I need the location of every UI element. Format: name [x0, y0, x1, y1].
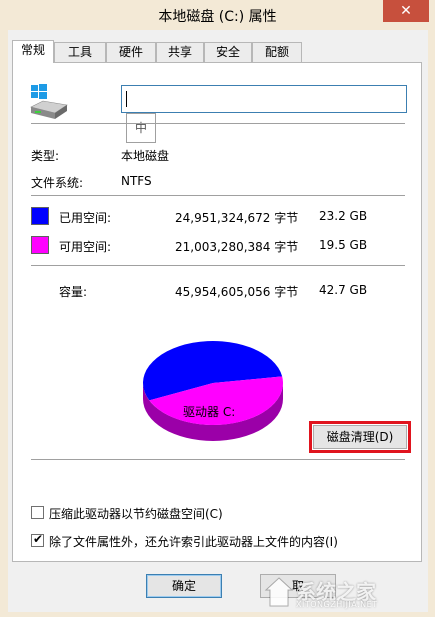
divider [31, 123, 405, 124]
watermark-subtext: XITONGZHIJIA.NET [296, 600, 378, 609]
tab-tools[interactable]: 工具 [54, 42, 106, 62]
dialog-client: 常规 工具 硬件 共享 安全 配额 中 类型: 本地磁盘 文件系统: NTFS … [8, 30, 428, 612]
properties-window: 本地磁盘 (C:) 属性 ✕ 常规 工具 硬件 共享 安全 配额 中 类型: 本… [0, 0, 435, 617]
site-watermark: 系统之家 XITONGZHIJIA.NET [250, 572, 430, 614]
tab-quota[interactable]: 配额 [252, 42, 302, 62]
divider [31, 195, 405, 196]
title-bar[interactable]: 本地磁盘 (C:) 属性 ✕ [0, 0, 435, 30]
used-color-swatch [31, 207, 49, 225]
drive-name-input[interactable] [121, 85, 407, 113]
text-cursor [126, 91, 127, 107]
free-space-size: 19.5 GB [319, 238, 368, 252]
index-checkbox[interactable]: ✔ [31, 532, 44, 547]
type-label: 类型: [31, 149, 60, 163]
window-title: 本地磁盘 (C:) 属性 [158, 9, 277, 25]
divider [31, 459, 405, 460]
disk-cleanup-button[interactable]: 磁盘清理(D) [313, 425, 407, 449]
filesystem-label: 文件系统: [31, 176, 84, 190]
ok-button[interactable]: 确定 [146, 574, 222, 598]
filesystem-value: NTFS [121, 174, 152, 188]
free-space-bytes: 21,003,280,384 字节 [175, 240, 299, 254]
used-space-label: 已用空间: [59, 211, 112, 225]
disk-usage-pie [143, 341, 283, 441]
hard-drive-icon [30, 84, 68, 119]
tab-sharing[interactable]: 共享 [156, 42, 204, 62]
type-value: 本地磁盘 [121, 149, 170, 163]
free-space-label: 可用空间: [59, 240, 112, 254]
disk-cleanup-highlight: 磁盘清理(D) [309, 421, 411, 453]
drive-letter-label: 驱动器 C: [183, 405, 236, 419]
used-space-bytes: 24,951,324,672 字节 [175, 211, 299, 225]
divider [31, 265, 405, 266]
capacity-size: 42.7 GB [319, 283, 368, 297]
compress-label[interactable]: 压缩此驱动器以节约磁盘空间(C) [49, 505, 223, 522]
capacity-bytes: 45,954,605,056 字节 [175, 285, 299, 299]
checkmark-icon: ✔ [33, 532, 44, 546]
capacity-label: 容量: [59, 285, 88, 299]
tab-hardware[interactable]: 硬件 [106, 42, 156, 62]
general-tab-panel: 中 类型: 本地磁盘 文件系统: NTFS 已用空间: 24,951,324,6… [12, 62, 422, 562]
ime-indicator[interactable]: 中 [126, 113, 156, 143]
house-logo-icon [264, 577, 294, 607]
free-color-swatch [31, 236, 49, 254]
compress-checkbox[interactable] [31, 506, 44, 519]
tab-security[interactable]: 安全 [204, 42, 252, 62]
close-button[interactable]: ✕ [383, 0, 429, 22]
tab-general[interactable]: 常规 [12, 40, 54, 63]
index-label[interactable]: 除了文件属性外，还允许索引此驱动器上文件的内容(I) [49, 533, 338, 550]
used-space-size: 23.2 GB [319, 209, 368, 223]
